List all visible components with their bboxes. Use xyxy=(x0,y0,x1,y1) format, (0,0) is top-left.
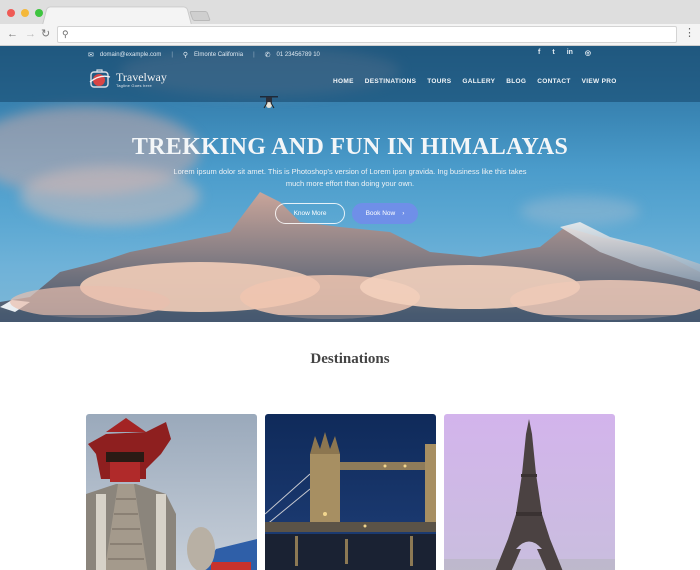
know-more-button[interactable]: Know More xyxy=(275,203,345,224)
arrow-right-icon[interactable]: → xyxy=(25,27,36,41)
site-logo[interactable]: Travelway Tagline Goes here xyxy=(88,68,167,90)
hero-section: ✉ domain@example.com | ⚲ Elmonte Califor… xyxy=(0,46,700,322)
new-tab-button[interactable] xyxy=(189,11,211,21)
window-controls xyxy=(7,9,43,17)
web-page: ✉ domain@example.com | ⚲ Elmonte Califor… xyxy=(0,46,700,570)
nav-view-pro[interactable]: VIEW PRO xyxy=(582,78,617,85)
linkedin-icon[interactable]: in xyxy=(567,49,573,57)
browser-tab[interactable] xyxy=(42,6,192,25)
twitter-icon[interactable]: t xyxy=(552,49,554,57)
hero-subtitle: Lorem ipsum dolor sit amet. This is Phot… xyxy=(173,167,527,188)
browser-toolbar: ← → ↻ ⚲ ⋮ xyxy=(0,24,700,45)
phone-icon: ✆ xyxy=(264,52,271,59)
book-now-button[interactable]: Book Now › xyxy=(352,203,418,224)
nav-contact[interactable]: CONTACT xyxy=(537,78,570,85)
destination-card-eiffel-tower[interactable] xyxy=(444,414,615,570)
address-bar[interactable]: ⚲ xyxy=(57,26,677,43)
social-links: f t in ◎ xyxy=(538,49,591,57)
contact-location: Elmonte California xyxy=(194,52,244,58)
logo-title: Travelway xyxy=(116,69,167,84)
browser-chrome: ← → ↻ ⚲ ⋮ xyxy=(0,0,700,46)
eiffel-tower-image xyxy=(444,414,615,570)
divider: | xyxy=(171,52,173,58)
search-icon: ⚲ xyxy=(62,29,69,39)
book-now-label: Book Now xyxy=(365,210,396,217)
nav-blog[interactable]: BLOG xyxy=(506,78,526,85)
nav-tours[interactable]: TOURS xyxy=(427,78,451,85)
email-icon: ✉ xyxy=(88,52,94,59)
address-input[interactable] xyxy=(74,27,672,42)
contact-email[interactable]: domain@example.com xyxy=(100,52,161,58)
nav-gallery[interactable]: GALLERY xyxy=(462,78,495,85)
hero-title: TREKKING AND FUN IN HIMALAYAS xyxy=(131,134,569,160)
location-pin-icon: ⚲ xyxy=(182,52,189,59)
kebab-menu-icon[interactable]: ⋮ xyxy=(684,27,695,39)
contact-bar: ✉ domain@example.com | ⚲ Elmonte Califor… xyxy=(88,49,320,61)
close-window-button[interactable] xyxy=(7,9,15,17)
reload-icon[interactable]: ↻ xyxy=(41,27,50,41)
nav-destinations[interactable]: DESTINATIONS xyxy=(365,78,417,85)
destination-card-pagoda[interactable] xyxy=(86,414,257,570)
maximize-window-button[interactable] xyxy=(35,9,43,17)
chevron-right-icon: › xyxy=(402,210,405,217)
main-navigation: HOME DESTINATIONS TOURS GALLERY BLOG CON… xyxy=(333,78,617,85)
divider: | xyxy=(253,52,255,58)
nav-home[interactable]: HOME xyxy=(333,78,354,85)
instagram-icon[interactable]: ◎ xyxy=(585,49,591,57)
suitcase-globe-icon xyxy=(89,69,111,88)
arrow-left-icon[interactable]: ← xyxy=(7,27,18,41)
mountain-range-image xyxy=(0,192,700,322)
destinations-heading: Destinations xyxy=(310,351,390,367)
tower-bridge-image xyxy=(265,414,436,570)
pagoda-image xyxy=(86,414,257,570)
drone-image xyxy=(260,96,278,109)
facebook-icon[interactable]: f xyxy=(538,49,540,57)
minimize-window-button[interactable] xyxy=(21,9,29,17)
destination-card-tower-bridge[interactable] xyxy=(265,414,436,570)
contact-phone[interactable]: 01 23456789 10 xyxy=(277,52,320,58)
